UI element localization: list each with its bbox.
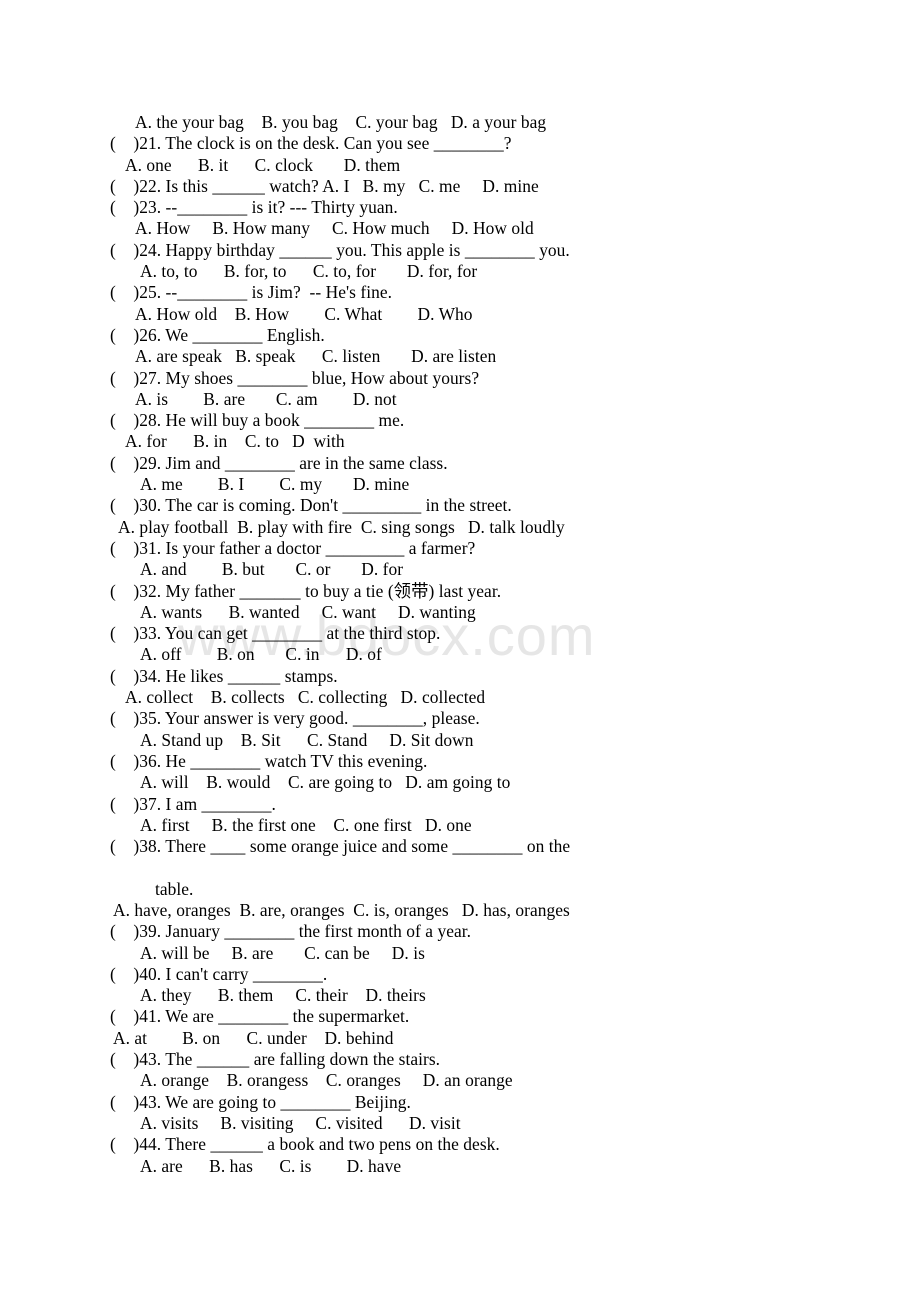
worksheet-line: A. first B. the first one C. one first D… [140, 814, 472, 835]
worksheet-line: A. off B. on C. in D. of [140, 644, 382, 665]
worksheet-line: A. visits B. visiting C. visited D. visi… [140, 1112, 461, 1133]
worksheet-line: A. and B. but C. or D. for [140, 559, 404, 580]
worksheet-line: ( )27. My shoes ________ blue, How about… [110, 367, 480, 388]
worksheet-line: ( )39. January ________ the first month … [110, 921, 472, 942]
worksheet-line: ( )36. He ________ watch TV this evening… [110, 750, 428, 771]
worksheet-line: ( )22. Is this ______ watch? A. I B. my … [110, 175, 539, 196]
worksheet-line: ( )43. The ______ are falling down the s… [110, 1049, 441, 1070]
worksheet-line: table. [155, 878, 194, 899]
worksheet-line: A. at B. on C. under D. behind [113, 1027, 394, 1048]
worksheet-line: A. collect B. collects C. collecting D. … [125, 687, 486, 708]
worksheet-line: A. are B. has C. is D. have [140, 1155, 402, 1176]
worksheet-line: ( )34. He likes ______ stamps. [110, 665, 338, 686]
worksheet-line: ( )30. The car is coming. Don't ________… [110, 495, 512, 516]
worksheet-line: ( )37. I am ________. [110, 793, 276, 814]
worksheet-line: ( )35. Your answer is very good. _______… [110, 708, 480, 729]
worksheet-line: A. How B. How many C. How much D. How ol… [135, 218, 534, 239]
worksheet-line: A. orange B. orangess C. oranges D. an o… [140, 1070, 513, 1091]
worksheet-line: ( )24. Happy birthday ______ you. This a… [110, 239, 570, 260]
worksheet-line: ( )26. We ________ English. [110, 324, 325, 345]
worksheet-line: ( )29. Jim and ________ are in the same … [110, 452, 448, 473]
worksheet-line: ( )21. The clock is on the desk. Can you… [110, 133, 512, 154]
worksheet-line: ( )31. Is your father a doctor _________… [110, 537, 476, 558]
worksheet-line: A. is B. are C. am D. not [135, 388, 397, 409]
worksheet-line: A. the your bag B. you bag C. your bag D… [135, 112, 547, 132]
worksheet-line: A. are speak B. speak C. listen D. are l… [135, 346, 497, 367]
worksheet-line: ( )40. I can't carry ________. [110, 963, 328, 984]
worksheet-line: A. for B. in C. to D with [125, 431, 345, 452]
worksheet-line: ( )33. You can get ________ at the third… [110, 623, 441, 644]
worksheet-line: ( )25. --________ is Jim? -- He's fine. [110, 282, 393, 303]
worksheet-line: ( )23. --________ is it? --- Thirty yuan… [110, 197, 398, 218]
worksheet-line: ( )43. We are going to ________ Beijing. [110, 1091, 411, 1112]
worksheet-line: A. will B. would C. are going to D. am g… [140, 772, 511, 793]
worksheet-line: A. one B. it C. clock D. them [125, 154, 401, 175]
worksheet-line: A. me B. I C. my D. mine [140, 474, 410, 495]
worksheet-line: A. How old B. How C. What D. Who [135, 303, 473, 324]
worksheet-line: ( )38. There ____ some orange juice and … [110, 836, 571, 857]
worksheet-line: A. to, to B. for, to C. to, for D. for, … [140, 261, 478, 282]
worksheet-line: A. play football B. play with fire C. si… [118, 516, 565, 537]
worksheet-line: A. have, oranges B. are, oranges C. is, … [113, 899, 570, 920]
worksheet-line: A. will be B. are C. can be D. is [140, 942, 425, 963]
worksheet-line: ( )28. He will buy a book ________ me. [110, 410, 405, 431]
worksheet-line: A. wants B. wanted C. want D. wanting [140, 601, 476, 622]
worksheet-body: A. the your bag B. you bag C. your bag D… [0, 112, 920, 1177]
worksheet-line: A. they B. them C. their D. theirs [140, 985, 426, 1006]
worksheet-line: A. Stand up B. Sit C. Stand D. Sit down [140, 729, 474, 750]
document-page: www.bdocx.com A. the your bag B. you bag… [0, 0, 920, 1302]
worksheet-line: ( )44. There ______ a book and two pens … [110, 1134, 500, 1155]
worksheet-line: ( )32. My father _______ to buy a tie (领… [110, 580, 502, 601]
worksheet-line: ( )41. We are ________ the supermarket. [110, 1006, 410, 1027]
